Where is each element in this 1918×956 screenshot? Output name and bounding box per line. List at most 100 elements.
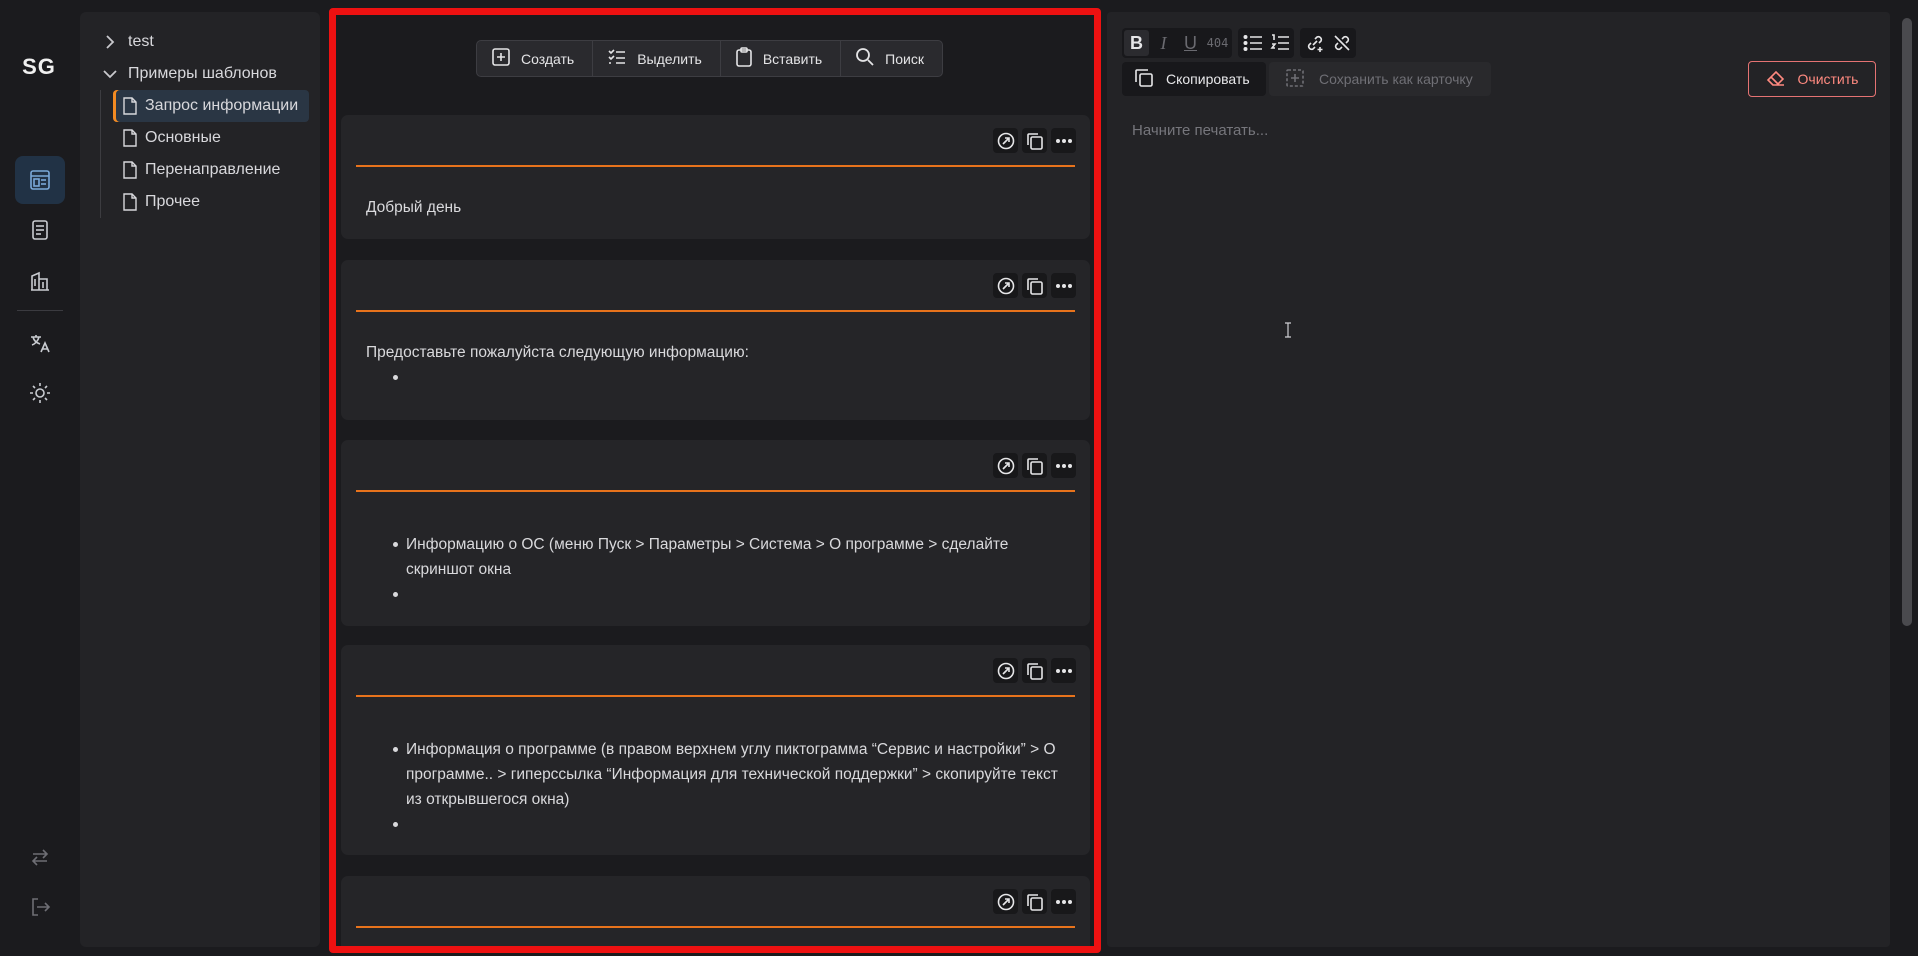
chevron-right-icon[interactable]: [102, 35, 118, 49]
card-divider: [356, 310, 1075, 312]
link-remove-icon[interactable]: [1329, 30, 1354, 56]
open-card-icon[interactable]: [993, 658, 1018, 683]
link-add-icon[interactable]: [1302, 30, 1327, 56]
card-body: Информацию о ОС (меню Пуск > Параметры >…: [366, 532, 1060, 607]
copy-card-icon[interactable]: [1022, 273, 1047, 298]
more-icon[interactable]: [1051, 453, 1076, 478]
card-actions: [993, 889, 1076, 914]
card-body: Предоставьте пожалуйста следующую информ…: [366, 340, 1060, 390]
sun-icon[interactable]: [15, 369, 65, 417]
clear-button[interactable]: Очистить: [1748, 61, 1876, 97]
list-item: [393, 365, 1060, 390]
copy-card-icon[interactable]: [1022, 453, 1047, 478]
checklist-icon: [607, 47, 627, 70]
tree-item-info-request[interactable]: Запрос информации: [113, 90, 309, 122]
code-button[interactable]: 404: [1205, 30, 1230, 56]
list-item: Информация о программе (в правом верхнем…: [393, 737, 1060, 812]
open-card-icon[interactable]: [993, 128, 1018, 153]
editor-placeholder: Начните печатать...: [1132, 122, 1269, 139]
tree-item-label: test: [128, 33, 154, 50]
copy-icon: [1134, 68, 1154, 91]
open-card-icon[interactable]: [993, 273, 1018, 298]
scrollbar[interactable]: [1900, 10, 1914, 940]
card-actions: [993, 658, 1076, 683]
chevron-down-icon[interactable]: [102, 69, 118, 79]
copy-card-icon[interactable]: [1022, 128, 1047, 153]
card-divider: [356, 926, 1075, 928]
tree-item-basic[interactable]: Основные: [113, 122, 309, 154]
card-actions: [993, 273, 1076, 298]
clear-label: Очистить: [1797, 71, 1859, 87]
tree-item-redirect[interactable]: Перенаправление: [113, 154, 309, 186]
card-text: Добрый день: [366, 199, 462, 216]
template-card[interactable]: [341, 876, 1090, 946]
translate-icon[interactable]: [15, 319, 65, 367]
list-format-group: [1238, 28, 1294, 58]
copy-button[interactable]: Скопировать: [1122, 62, 1266, 96]
template-card[interactable]: Предоставьте пожалуйста следующую информ…: [341, 260, 1090, 420]
file-icon: [123, 97, 137, 115]
list-item: Информацию о ОС (меню Пуск > Параметры >…: [393, 532, 1060, 582]
template-card[interactable]: Информация о программе (в правом верхнем…: [341, 645, 1090, 855]
underline-button[interactable]: U: [1178, 30, 1203, 56]
copy-card-icon[interactable]: [1022, 658, 1047, 683]
template-tree: test Примеры шаблонов Запрос информации …: [80, 12, 320, 947]
cards-panel: Создать Выделить Вставить Поиск Добрый д…: [329, 8, 1101, 953]
tree-item-label: Примеры шаблонов: [128, 65, 277, 82]
templates-icon[interactable]: [15, 156, 65, 204]
editor-textarea[interactable]: Начните печатать...: [1132, 122, 1872, 922]
file-icon: [123, 129, 137, 147]
app-window: SG test Примеры шаблонов Запрос информац…: [0, 0, 1918, 956]
scroll-thumb[interactable]: [1902, 18, 1912, 626]
tree-folder-test[interactable]: test: [80, 26, 320, 58]
more-icon[interactable]: [1051, 128, 1076, 153]
card-divider: [356, 695, 1075, 697]
list-item: [393, 812, 1060, 837]
document-icon[interactable]: [15, 206, 65, 254]
bullet-list-icon[interactable]: [1240, 30, 1265, 56]
open-card-icon[interactable]: [993, 889, 1018, 914]
cards-toolbar: Создать Выделить Вставить Поиск: [476, 40, 943, 77]
plus-square-icon: [491, 47, 511, 70]
create-label: Создать: [521, 50, 575, 67]
dashed-add-icon: [1285, 68, 1305, 91]
link-format-group: [1300, 28, 1356, 58]
text-cursor-icon: [1284, 322, 1292, 341]
logout-icon[interactable]: [15, 883, 65, 931]
card-body: Добрый день: [366, 195, 1060, 220]
file-icon: [123, 161, 137, 179]
card-actions: [993, 453, 1076, 478]
search-button[interactable]: Поиск: [841, 41, 942, 76]
search-label: Поиск: [885, 50, 924, 67]
file-icon: [123, 193, 137, 211]
building-icon[interactable]: [15, 257, 65, 305]
more-icon[interactable]: [1051, 889, 1076, 914]
rail-divider: [17, 310, 63, 311]
card-actions: [993, 128, 1076, 153]
card-body: Информация о программе (в правом верхнем…: [366, 737, 1060, 837]
copy-label: Скопировать: [1166, 71, 1250, 87]
tree-item-other[interactable]: Прочее: [113, 186, 309, 218]
paste-label: Вставить: [762, 50, 823, 67]
copy-card-icon[interactable]: [1022, 889, 1047, 914]
left-rail: SG: [0, 0, 78, 956]
bold-button[interactable]: B: [1124, 30, 1149, 56]
paste-button[interactable]: Вставить: [721, 41, 842, 76]
more-icon[interactable]: [1051, 273, 1076, 298]
clipboard-icon: [735, 47, 753, 70]
save-card-button[interactable]: Сохранить как карточку: [1269, 62, 1491, 96]
text-format-group: B I U 404: [1122, 28, 1232, 58]
create-button[interactable]: Создать: [477, 41, 594, 76]
card-divider: [356, 490, 1075, 492]
open-card-icon[interactable]: [993, 453, 1018, 478]
swap-icon[interactable]: [15, 833, 65, 881]
select-button[interactable]: Выделить: [593, 41, 721, 76]
more-icon[interactable]: [1051, 658, 1076, 683]
tree-folder-examples[interactable]: Примеры шаблонов: [80, 58, 320, 90]
template-card[interactable]: Добрый день: [341, 115, 1090, 239]
numbered-list-icon[interactable]: [1267, 30, 1292, 56]
tree-children: Запрос информации Основные Перенаправлен…: [100, 90, 320, 218]
italic-button[interactable]: I: [1151, 30, 1176, 56]
template-card[interactable]: Информацию о ОС (меню Пуск > Параметры >…: [341, 440, 1090, 626]
card-text: Предоставьте пожалуйста следующую информ…: [366, 344, 749, 361]
